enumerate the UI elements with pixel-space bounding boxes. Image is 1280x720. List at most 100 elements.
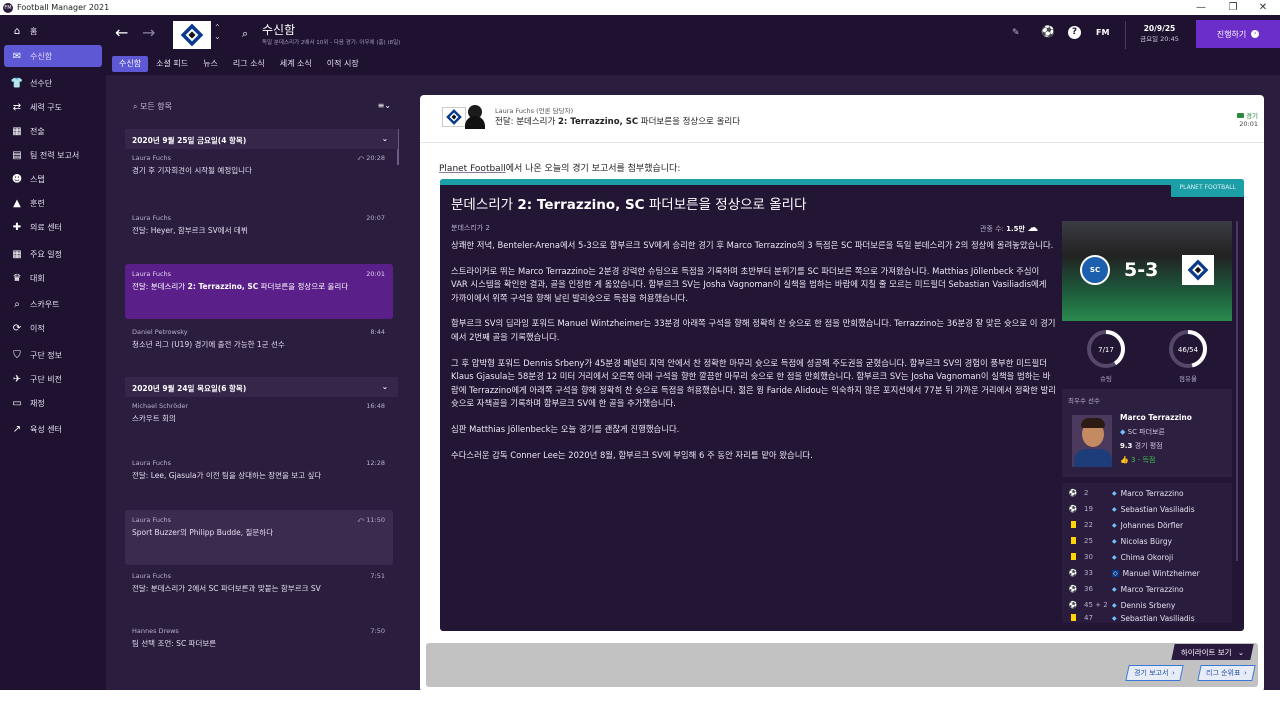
sidebar-item-competitions[interactable]: ♛ 대회 <box>4 267 102 289</box>
article-scrollbar[interactable] <box>1236 221 1238 561</box>
message-item-selected[interactable]: Laura Fuchs 전달: 분데스리가 2: Terrazzino, SC 파… <box>125 264 393 319</box>
tab-league-news[interactable]: 리그 소식 <box>226 56 272 72</box>
current-time: 금요일 20:45 <box>1140 35 1179 43</box>
message-item[interactable]: Laura Fuchs 전달: Heyer, 함부르크 SV에서 데뷔 20:07 <box>125 208 393 263</box>
crest-switcher-icon[interactable]: ⌃ ⌄ <box>214 23 221 41</box>
sidebar-item-club-vision[interactable]: ✈ 구단 비전 <box>4 368 102 390</box>
sidebar-item-transfers[interactable]: ⟳ 이적 <box>4 317 102 339</box>
sidebar-item-team-report[interactable]: ▤ 팀 전력 보고서 <box>4 144 102 166</box>
edit-icon[interactable]: ✎ <box>1012 28 1020 38</box>
player-of-match[interactable]: 최우수 선수 Marco Terrazzino ◆ SC 파더보른 9.3 경기… <box>1062 389 1232 477</box>
close-button[interactable]: ✕ <box>1248 0 1278 15</box>
motm-name: Marco Terrazzino <box>1120 413 1192 422</box>
date-display[interactable]: 20/9/25 금요일 20:45 <box>1125 21 1193 49</box>
message-item[interactable]: Laura Fuchs 전달: Lee, Gjasula가 이전 팀을 상대하는 … <box>125 453 393 508</box>
sidebar-item-squad[interactable]: 👕 선수단 <box>4 72 102 94</box>
message-item[interactable]: Hannes Drews 팀 선택 조언: SC 파더보른 7:50 <box>125 621 393 676</box>
paderborn-crest-icon: SC <box>1080 255 1110 285</box>
possession-label: 점유율 <box>1179 375 1197 383</box>
sidebar-item-tactics[interactable]: ▦ 전술 <box>4 120 102 142</box>
search-icon[interactable]: ⌕ <box>242 27 248 41</box>
yellow-card-icon <box>1068 536 1078 546</box>
motm-rating: 9.3 경기 평점 <box>1120 442 1163 450</box>
planet-football-badge: PLANET FOOTBALL <box>1171 179 1244 197</box>
sidebar-item-home[interactable]: ⌂ 홈 <box>4 20 102 42</box>
restore-button[interactable]: ❐ <box>1218 0 1248 15</box>
home-icon: ⌂ <box>13 25 21 37</box>
chevron-down-icon: ⌄ <box>381 382 388 391</box>
page-subtitle: 독일 분데스리가 2에서 10위 - 다음 경기: 아우에 (홈) (8일) <box>262 40 401 46</box>
sidebar-item-staff[interactable]: ☻ 스탭 <box>4 168 102 190</box>
league-table-button[interactable]: 리그 순위표 › <box>1197 665 1256 681</box>
top-bar: ← → ⌃ ⌄ ⌕ 수신함 독일 분데스리가 2에서 10위 - 다음 경기: 아… <box>106 15 1280 53</box>
match-event[interactable]: ⚽ 36 ◆ Marco Terrazzino <box>1068 581 1238 597</box>
message-intro: Planet Football에서 나온 오늘의 경기 보고서를 첨부했습니다: <box>439 164 681 174</box>
possession-ring: 46/54 <box>1169 330 1207 368</box>
motm-label: 최우수 선수 <box>1068 397 1100 405</box>
planet-football-link[interactable]: Planet Football <box>439 164 506 174</box>
club-badge-icon: ◆ <box>1112 553 1117 561</box>
message-item[interactable]: Michael Schröder 스카우트 회의 16:48 <box>125 396 393 451</box>
search-input[interactable]: 모든 항목 <box>140 102 172 111</box>
sidebar-item-schedule[interactable]: ▦ 주요 일정 <box>4 243 102 265</box>
match-event[interactable]: ⚽ 2 ◆ Marco Terrazzino <box>1068 485 1238 501</box>
message-item[interactable]: Laura Fuchs Sport Buzzer의 Philipp Budde, … <box>125 510 393 565</box>
match-event[interactable]: ⚽ 33 ◇ Manuel Wintzheimer <box>1068 565 1238 581</box>
match-event[interactable]: 30 ◆ Chima Okoroji <box>1068 549 1238 565</box>
scout-icon: ⌕ <box>14 298 20 310</box>
help-icon[interactable]: ? <box>1068 26 1081 39</box>
tab-inbox[interactable]: 수신함 <box>112 56 149 72</box>
yellow-card-icon <box>1068 520 1078 530</box>
continue-button[interactable]: 진행하기 › <box>1196 20 1280 48</box>
tab-social-feed[interactable]: 소셜 피드 <box>149 56 195 72</box>
club-info-icon: ⛉ <box>13 349 21 361</box>
match-event[interactable]: 22 ◆ Johannes Dörfler <box>1068 517 1238 533</box>
club-badge-icon: ◆ <box>1120 428 1126 436</box>
message-item[interactable]: Laura Fuchs 전달: 분데스리가 2에서 SC 파더보른과 맞붙는 함부… <box>125 566 393 621</box>
back-arrow-icon[interactable]: ← <box>115 23 128 42</box>
date-group-header[interactable]: 2020년 9월 24일 목요일(6 항목) ⌄ <box>125 377 398 397</box>
sidebar-item-inbox[interactable]: ✉ 수신함 <box>4 45 102 67</box>
development-icon: ↗ <box>12 423 22 435</box>
message-list: ⌕ 모든 항목 ≡⌄ 2020년 9월 25일 금요일(4 항목) ⌄ Laura… <box>125 91 400 691</box>
page-title: 수신함 <box>262 23 296 37</box>
minimize-button[interactable]: — <box>1186 0 1216 15</box>
article-paragraph: 그 후 압박형 포워드 Dennis Srbeny가 45분경 페널티 지역 안… <box>451 357 1056 409</box>
sender-avatar <box>464 103 486 129</box>
forward-arrow-icon[interactable]: → <box>142 23 155 42</box>
match-event[interactable]: 47 ◆ Sebastian Vasiliadis <box>1068 613 1238 623</box>
match-score: 5-3 <box>1124 259 1159 281</box>
hsv-crest-icon <box>1182 255 1214 285</box>
sidebar-item-medical[interactable]: ✚ 의료 센터 <box>4 216 102 238</box>
sender-name: Laura Fuchs (언론 담당자) <box>495 107 574 115</box>
hsv-crest-icon <box>442 107 466 127</box>
message-item[interactable]: Daniel Petrowsky 청소년 리그 (U19) 경기에 출전 가능한 … <box>125 322 393 377</box>
match-report-button[interactable]: 경기 보고서 › <box>1125 665 1184 681</box>
sidebar-item-scouting[interactable]: ⌕ 스카우트 <box>4 293 102 315</box>
sidebar-item-club-info[interactable]: ⛉ 구단 정보 <box>4 344 102 366</box>
sidebar-item-finances[interactable]: ▭ 재정 <box>4 392 102 414</box>
tab-transfer-market[interactable]: 이적 시장 <box>320 56 366 72</box>
article-paragraph: 함부르크 SV의 딥라잉 포워드 Manuel Wintzheimer는 33분… <box>451 318 1056 343</box>
tab-news[interactable]: 뉴스 <box>196 56 225 72</box>
chevron-down-icon: ⌄ <box>381 134 388 143</box>
message-item[interactable]: Laura Fuchs 경기 후 기자회견이 시작될 예정입니다 ⤺ 20:28 <box>125 148 393 203</box>
sidebar-item-development[interactable]: ↗ 육성 센터 <box>4 418 102 440</box>
match-event[interactable]: 25 ◆ Nicolas Bürgy <box>1068 533 1238 549</box>
club-crest-button[interactable] <box>173 21 211 49</box>
sidebar-item-dynamics[interactable]: ⇄ 세력 구도 <box>4 96 102 118</box>
match-event[interactable]: ⚽ 19 ◆ Sebastian Vasiliadis <box>1068 501 1238 517</box>
match-summary-panel: SC 5-3 7/17 슈팅 46/54 점유율 최우수 선수 Marco Te… <box>1062 221 1238 623</box>
tab-world-news[interactable]: 세계 소식 <box>273 56 319 72</box>
ball-icon[interactable]: ⚽ <box>1041 25 1055 38</box>
message-search[interactable]: ⌕ 모든 항목 ≡⌄ <box>133 101 395 115</box>
window-title: Football Manager 2021 <box>17 3 110 12</box>
filter-menu-icon[interactable]: ≡⌄ <box>378 101 391 110</box>
possession-value: 46/54 <box>1178 346 1199 354</box>
sidebar-item-training[interactable]: ▲ 훈련 <box>4 192 102 214</box>
date-group-header[interactable]: 2020년 9월 25일 금요일(4 항목) ⌄ <box>125 129 398 149</box>
match-event[interactable]: ⚽ 45 + 2 ◆ Dennis Srbeny <box>1068 597 1238 613</box>
training-icon: ▲ <box>13 197 21 209</box>
highlights-button[interactable]: 하이라이트 보기 ⌄ <box>1171 644 1254 660</box>
fm-menu-button[interactable]: FM <box>1096 28 1109 37</box>
